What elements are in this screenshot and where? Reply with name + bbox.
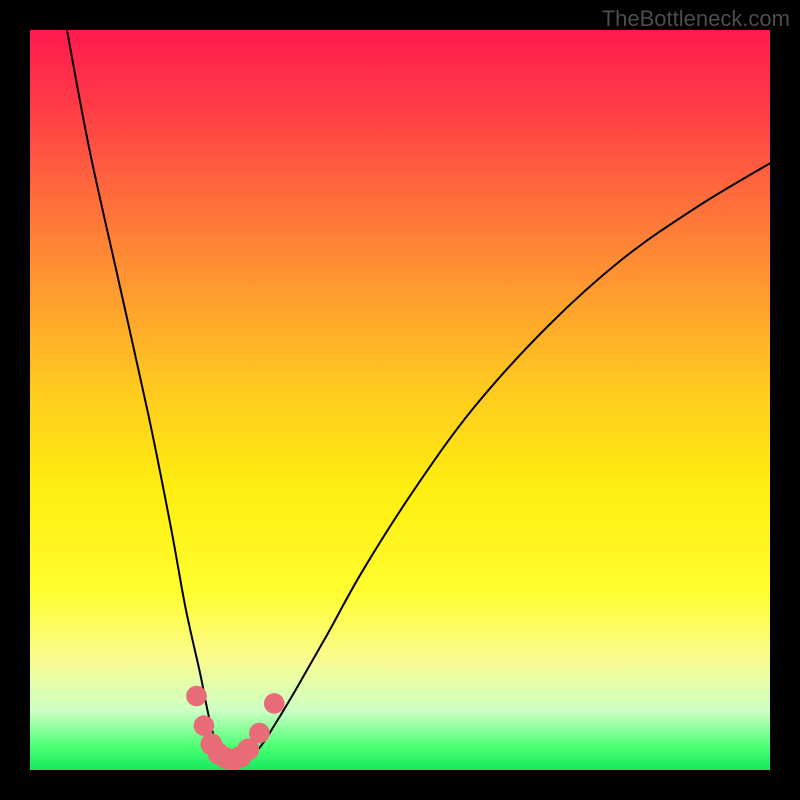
marker-dot — [194, 715, 215, 736]
chart-svg — [30, 30, 770, 770]
chart-plot-area — [30, 30, 770, 770]
bottleneck-curve — [67, 30, 770, 761]
chart-frame — [0, 0, 800, 800]
marker-dot — [264, 693, 285, 714]
watermark-text: TheBottleneck.com — [602, 6, 790, 32]
marker-dot — [249, 723, 270, 744]
curve-markers — [186, 686, 284, 770]
marker-dot — [186, 686, 207, 707]
